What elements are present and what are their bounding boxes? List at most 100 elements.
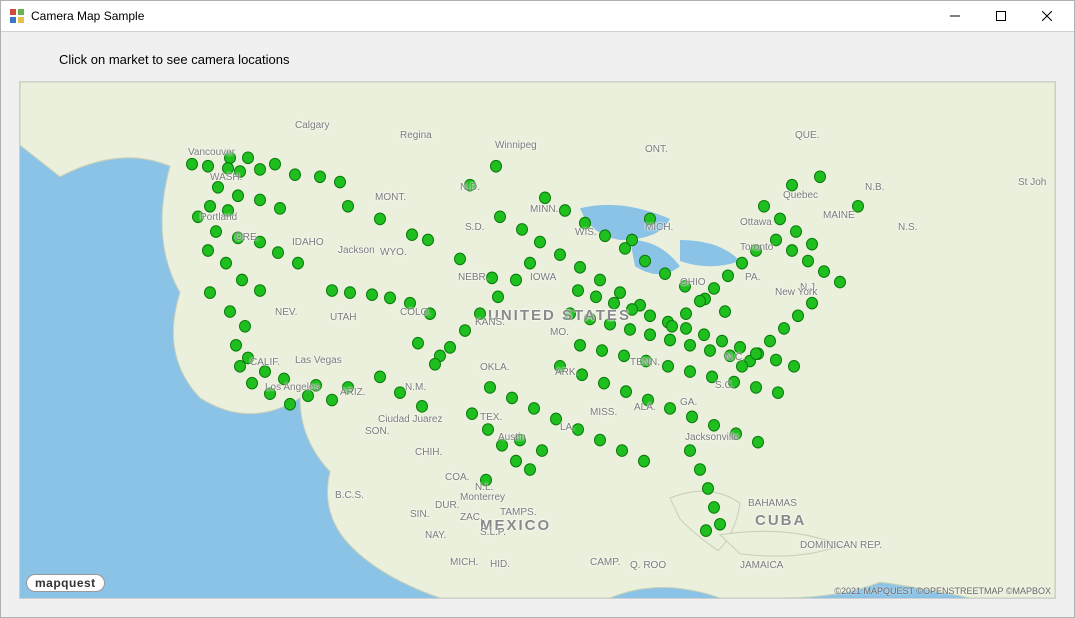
- camera-marker[interactable]: [699, 329, 710, 341]
- camera-marker[interactable]: [235, 166, 246, 178]
- camera-marker[interactable]: [735, 342, 746, 354]
- camera-marker[interactable]: [595, 434, 606, 446]
- camera-marker[interactable]: [709, 420, 720, 432]
- camera-marker[interactable]: [640, 255, 651, 267]
- camera-marker[interactable]: [621, 386, 632, 398]
- camera-marker[interactable]: [235, 361, 246, 373]
- camera-marker[interactable]: [225, 306, 236, 318]
- camera-marker[interactable]: [775, 213, 786, 225]
- camera-marker[interactable]: [540, 192, 551, 204]
- camera-marker[interactable]: [779, 323, 790, 335]
- camera-marker[interactable]: [417, 401, 428, 413]
- camera-marker[interactable]: [233, 232, 244, 244]
- camera-marker[interactable]: [555, 361, 566, 373]
- camera-marker[interactable]: [537, 445, 548, 457]
- camera-marker[interactable]: [535, 236, 546, 248]
- camera-marker[interactable]: [695, 295, 706, 307]
- camera-marker[interactable]: [343, 200, 354, 212]
- camera-marker[interactable]: [221, 257, 232, 269]
- camera-marker[interactable]: [275, 203, 286, 215]
- camera-marker[interactable]: [525, 464, 536, 476]
- camera-marker[interactable]: [525, 257, 536, 269]
- camera-marker[interactable]: [723, 270, 734, 282]
- camera-marker[interactable]: [585, 313, 596, 325]
- camera-marker[interactable]: [685, 366, 696, 378]
- camera-marker[interactable]: [729, 376, 740, 388]
- camera-marker[interactable]: [645, 329, 656, 341]
- camera-marker[interactable]: [681, 308, 692, 320]
- camera-marker[interactable]: [335, 176, 346, 188]
- camera-marker[interactable]: [685, 339, 696, 351]
- camera-marker[interactable]: [773, 387, 784, 399]
- camera-marker[interactable]: [517, 224, 528, 236]
- camera-marker[interactable]: [599, 377, 610, 389]
- camera-marker[interactable]: [481, 474, 492, 486]
- camera-marker[interactable]: [205, 287, 216, 299]
- camera-marker[interactable]: [240, 321, 251, 333]
- camera-marker[interactable]: [375, 371, 386, 383]
- camera-marker[interactable]: [815, 171, 826, 183]
- camera-marker[interactable]: [203, 160, 214, 172]
- camera-marker[interactable]: [247, 377, 258, 389]
- camera-marker[interactable]: [327, 285, 338, 297]
- camera-marker[interactable]: [717, 335, 728, 347]
- camera-marker[interactable]: [475, 308, 486, 320]
- camera-marker[interactable]: [645, 213, 656, 225]
- camera-marker[interactable]: [753, 436, 764, 448]
- camera-marker[interactable]: [395, 387, 406, 399]
- camera-marker[interactable]: [375, 213, 386, 225]
- camera-marker[interactable]: [511, 455, 522, 467]
- camera-marker[interactable]: [515, 434, 526, 446]
- camera-marker[interactable]: [625, 324, 636, 336]
- camera-marker[interactable]: [555, 249, 566, 261]
- camera-marker[interactable]: [580, 217, 591, 229]
- camera-marker[interactable]: [819, 266, 830, 278]
- camera-marker[interactable]: [605, 318, 616, 330]
- camera-marker[interactable]: [720, 306, 731, 318]
- camera-marker[interactable]: [303, 390, 314, 402]
- camera-marker[interactable]: [413, 337, 424, 349]
- camera-marker[interactable]: [465, 179, 476, 191]
- camera-marker[interactable]: [491, 160, 502, 172]
- map[interactable]: UNITED STATESMEXICOCUBAVancouverCalgaryR…: [19, 81, 1056, 599]
- camera-marker[interactable]: [455, 253, 466, 265]
- camera-marker[interactable]: [255, 236, 266, 248]
- camera-marker[interactable]: [327, 394, 338, 406]
- camera-marker[interactable]: [703, 483, 714, 495]
- camera-marker[interactable]: [789, 361, 800, 373]
- camera-marker[interactable]: [345, 287, 356, 299]
- camera-marker[interactable]: [573, 424, 584, 436]
- camera-marker[interactable]: [407, 229, 418, 241]
- camera-marker[interactable]: [793, 310, 804, 322]
- camera-marker[interactable]: [591, 291, 602, 303]
- camera-marker[interactable]: [511, 274, 522, 286]
- camera-marker[interactable]: [660, 268, 671, 280]
- camera-marker[interactable]: [709, 283, 720, 295]
- camera-marker[interactable]: [529, 403, 540, 415]
- camera-marker[interactable]: [293, 257, 304, 269]
- camera-marker[interactable]: [507, 392, 518, 404]
- camera-marker[interactable]: [791, 226, 802, 238]
- camera-marker[interactable]: [665, 403, 676, 415]
- camera-marker[interactable]: [680, 281, 691, 293]
- camera-marker[interactable]: [445, 342, 456, 354]
- camera-marker[interactable]: [285, 398, 296, 410]
- camera-marker[interactable]: [807, 238, 818, 250]
- camera-marker[interactable]: [681, 323, 692, 335]
- camera-marker[interactable]: [485, 382, 496, 394]
- camera-marker[interactable]: [560, 205, 571, 217]
- camera-marker[interactable]: [565, 308, 576, 320]
- camera-marker[interactable]: [273, 247, 284, 259]
- camera-marker[interactable]: [705, 345, 716, 357]
- camera-marker[interactable]: [835, 276, 846, 288]
- camera-marker[interactable]: [265, 388, 276, 400]
- camera-marker[interactable]: [771, 354, 782, 366]
- camera-marker[interactable]: [597, 345, 608, 357]
- camera-marker[interactable]: [430, 358, 441, 370]
- camera-marker[interactable]: [575, 262, 586, 274]
- camera-marker[interactable]: [497, 440, 508, 452]
- maximize-button[interactable]: [978, 1, 1024, 31]
- camera-marker[interactable]: [343, 382, 354, 394]
- camera-marker[interactable]: [731, 428, 742, 440]
- camera-marker[interactable]: [460, 325, 471, 337]
